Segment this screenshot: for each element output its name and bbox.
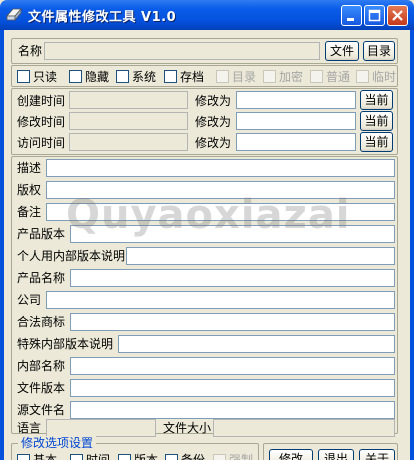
copyright-label: 版权: [17, 183, 42, 197]
version-label: 版本: [134, 453, 159, 460]
force-label: 强制: [229, 453, 254, 460]
basic-label: 基本: [33, 453, 58, 460]
directory-checkbox: [216, 70, 229, 83]
normal-label: 普通: [326, 70, 351, 84]
force-checkbox: [213, 454, 226, 460]
accessed-time-label: 访问时间: [17, 136, 66, 150]
directory-attr-label: 目录: [232, 70, 257, 84]
file-size-label: 文件大小: [163, 421, 212, 435]
original-filename-label: 源文件名: [17, 403, 66, 417]
actions-panel: 修改 退出 关于: [263, 443, 398, 460]
description-input[interactable]: [46, 159, 395, 177]
special-build-input[interactable]: [118, 335, 395, 353]
file-version-label: 文件版本: [17, 381, 66, 395]
file-button[interactable]: 文件: [325, 41, 359, 61]
about-button[interactable]: 关于: [359, 449, 395, 460]
modified-modify-label: 修改为: [195, 115, 232, 129]
internal-name-input[interactable]: [70, 357, 395, 375]
modified-now-button[interactable]: 当前: [360, 111, 393, 131]
directory-button[interactable]: 目录: [363, 41, 395, 61]
readonly-label: 只读: [33, 70, 58, 84]
backup-checkbox[interactable]: [165, 454, 178, 460]
times-panel: 创建时间 修改为 当前 修改时间 修改为 当前 访问时间 修改为 当前: [11, 88, 398, 155]
language-label: 语言: [17, 421, 42, 435]
encrypted-checkbox: [263, 70, 276, 83]
description-label: 描述: [17, 161, 42, 175]
options-group-title: 修改选项设置: [18, 436, 97, 450]
internal-name-label: 内部名称: [17, 359, 66, 373]
hidden-label: 隐藏: [85, 70, 110, 84]
private-build-input[interactable]: [126, 247, 395, 265]
time-checkbox[interactable]: [70, 454, 83, 460]
attributes-panel: 只读 隐藏 系统 存档 目录 加密 普通 临时: [11, 65, 398, 87]
special-build-label: 特殊内部版本说明: [17, 337, 114, 351]
title-bar[interactable]: 文件属性修改工具 V1.0: [0, 0, 414, 30]
close-button[interactable]: [387, 5, 408, 26]
name-field[interactable]: [44, 42, 320, 60]
options-group: 修改选项设置 基本 时间 版本 备份 强制: [11, 436, 259, 460]
original-filename-input[interactable]: [70, 401, 395, 419]
app-icon: [6, 7, 22, 22]
accessed-now-button[interactable]: 当前: [360, 132, 393, 152]
temporary-label: 临时: [372, 70, 397, 84]
created-modify-label: 修改为: [195, 94, 232, 108]
product-version-input[interactable]: [70, 225, 395, 243]
close-icon: [392, 10, 403, 21]
maximize-icon: [368, 9, 381, 22]
name-label: 名称: [18, 44, 43, 58]
created-time-field[interactable]: [69, 91, 188, 109]
company-label: 公司: [17, 293, 42, 307]
time-option-label: 时间: [86, 453, 111, 460]
minimize-button[interactable]: [341, 5, 362, 26]
modified-time-label: 修改时间: [17, 115, 66, 129]
version-checkbox[interactable]: [118, 454, 131, 460]
created-time-label: 创建时间: [17, 94, 66, 108]
product-name-label: 产品名称: [17, 271, 66, 285]
exit-button[interactable]: 退出: [318, 449, 354, 460]
copyright-input[interactable]: [46, 181, 395, 199]
comments-label: 备注: [17, 205, 42, 219]
backup-label: 备份: [181, 453, 206, 460]
readonly-checkbox[interactable]: [17, 70, 30, 83]
system-label: 系统: [132, 70, 157, 84]
encrypted-label: 加密: [279, 70, 304, 84]
name-panel: 名称 文件 目录: [11, 38, 398, 64]
accessed-new-time-input[interactable]: [236, 133, 356, 151]
hidden-checkbox[interactable]: [69, 70, 82, 83]
normal-checkbox: [310, 70, 323, 83]
archive-label: 存档: [180, 70, 205, 84]
product-name-input[interactable]: [70, 269, 395, 287]
created-now-button[interactable]: 当前: [360, 90, 393, 110]
maximize-button[interactable]: [364, 5, 385, 26]
accessed-time-field[interactable]: [69, 133, 188, 151]
window-client: 名称 文件 目录 只读 隐藏 系统 存档 目录 加密 普通 临时 创建时间 修改…: [4, 30, 410, 460]
file-version-input[interactable]: [70, 379, 395, 397]
modified-new-time-input[interactable]: [236, 112, 356, 130]
modify-button[interactable]: 修改: [269, 449, 313, 460]
file-size-field[interactable]: [213, 419, 395, 437]
accessed-modify-label: 修改为: [195, 136, 232, 150]
private-build-label: 个人用内部版本说明: [17, 249, 126, 263]
system-checkbox[interactable]: [116, 70, 129, 83]
temporary-checkbox: [356, 70, 369, 83]
comments-input[interactable]: [46, 203, 395, 221]
trademarks-label: 合法商标: [17, 315, 66, 329]
language-field[interactable]: [46, 419, 156, 437]
trademarks-input[interactable]: [70, 313, 395, 331]
product-version-label: 产品版本: [17, 227, 66, 241]
minimize-icon: [347, 18, 354, 21]
created-new-time-input[interactable]: [236, 91, 356, 109]
version-info-panel: 描述 版权 备注 产品版本 个人用内部版本说明 产品名称 公司 合法商标 特殊内…: [11, 156, 398, 437]
archive-checkbox[interactable]: [164, 70, 177, 83]
company-input[interactable]: [46, 291, 395, 309]
modified-time-field[interactable]: [69, 112, 188, 130]
window-title: 文件属性修改工具 V1.0: [28, 10, 177, 25]
basic-checkbox[interactable]: [17, 454, 30, 460]
